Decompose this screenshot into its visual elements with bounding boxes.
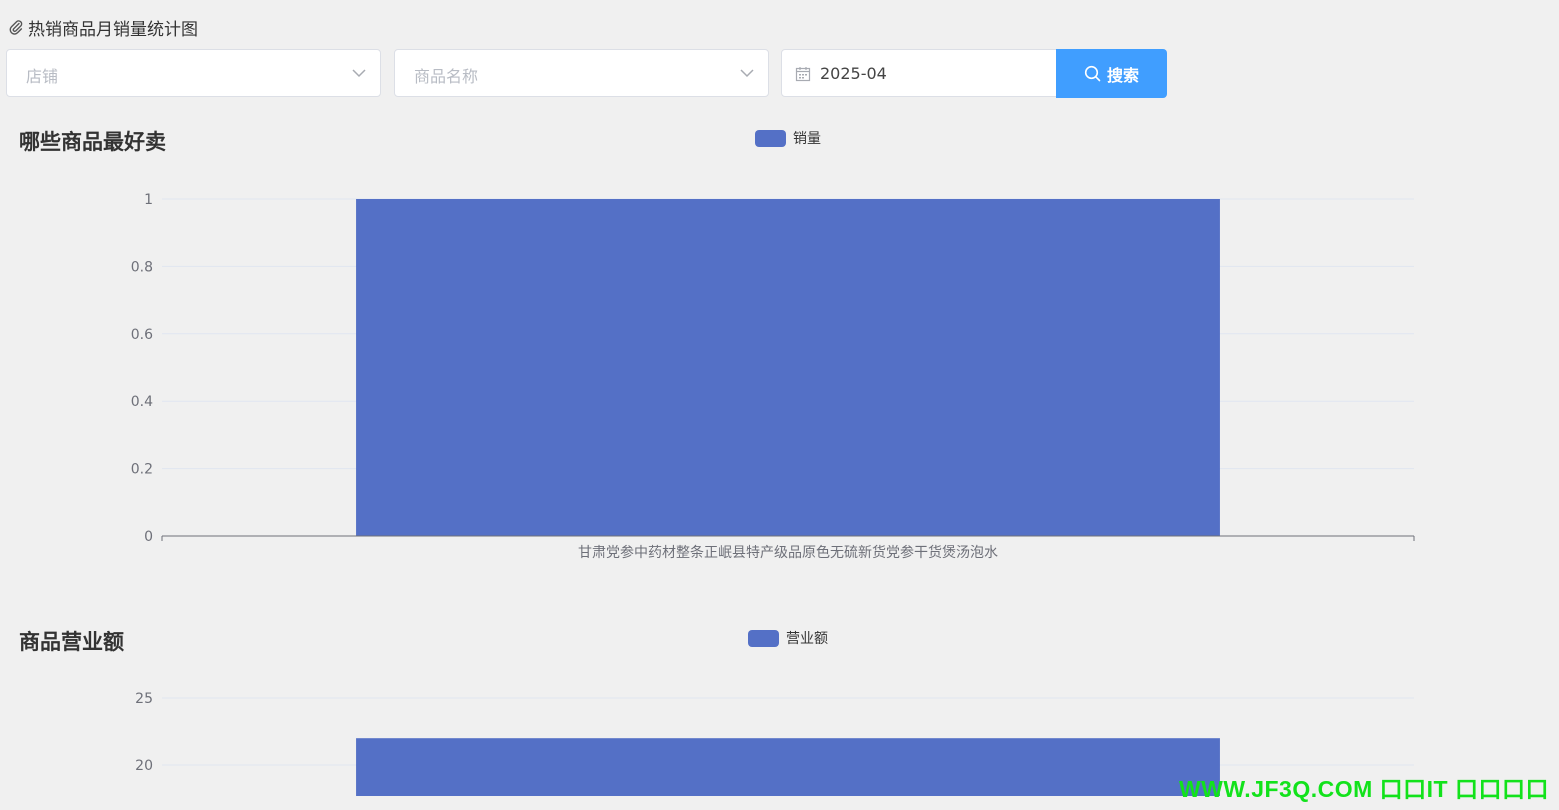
y-tick-label: 0.2 xyxy=(131,462,153,478)
bar xyxy=(356,199,1220,536)
bar xyxy=(356,738,1220,796)
chevron-down-icon xyxy=(740,69,754,78)
y-tick-label: 1 xyxy=(144,192,153,208)
chevron-down-icon xyxy=(352,69,366,78)
sales-volume-chart: 销量 0 0.2 0.4 0.6 0.8 1 甘肃党参中药材整条正岷县特产级品原色无硫新货党参… xyxy=(131,130,1415,561)
y-tick-label: 20 xyxy=(135,758,153,774)
month-value: 2025-04 xyxy=(820,64,887,83)
search-button[interactable]: 搜索 xyxy=(1056,49,1167,98)
legend-swatch xyxy=(755,130,786,147)
y-tick-label: 0.8 xyxy=(131,259,153,275)
paperclip-icon xyxy=(9,20,23,35)
legend-label: 营业额 xyxy=(786,631,828,647)
calendar-icon xyxy=(795,67,811,82)
legend-swatch xyxy=(748,630,779,647)
page-title: 热销商品月销量统计图 xyxy=(28,19,198,40)
y-tick-label: 0.6 xyxy=(131,327,153,343)
y-tick-label: 25 xyxy=(135,691,153,707)
shop-select-placeholder: 店铺 xyxy=(26,67,59,86)
shop-select[interactable]: 店铺 xyxy=(6,49,381,97)
watermark: WWW.JF3Q.COM 口口IT 口口口口 xyxy=(1178,776,1549,802)
y-tick-label: 0.4 xyxy=(131,394,153,410)
search-icon xyxy=(1084,65,1101,82)
search-button-label: 搜索 xyxy=(1106,65,1139,85)
x-tick-label: 甘肃党参中药材整条正岷县特产级品原色无硫新货党参干货煲汤泡水 xyxy=(578,544,998,561)
month-picker[interactable]: 2025-04 xyxy=(781,49,1059,97)
page-header: 热销商品月销量统计图 xyxy=(8,16,198,40)
product-select[interactable]: 商品名称 xyxy=(394,49,769,97)
y-tick-label: 0 xyxy=(144,529,153,545)
legend-label: 销量 xyxy=(793,131,821,147)
product-select-placeholder: 商品名称 xyxy=(414,67,479,86)
